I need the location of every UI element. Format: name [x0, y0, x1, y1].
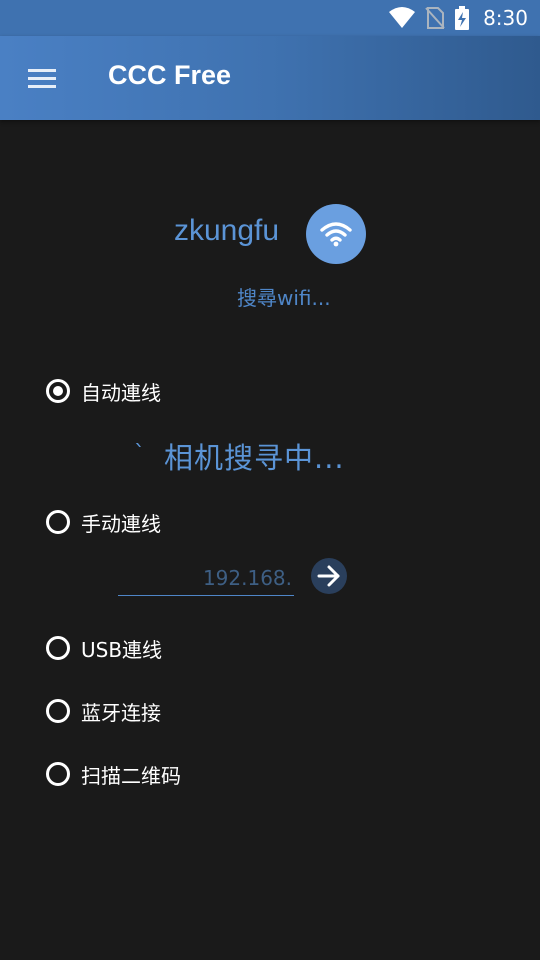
- camera-search-text: 相机搜寻中...: [164, 441, 345, 475]
- radio-manual-connect[interactable]: 手动連线: [46, 506, 161, 538]
- ip-address-input[interactable]: [118, 560, 294, 596]
- wifi-network-name: zkungfu: [174, 214, 280, 247]
- status-bar: 8:30: [0, 0, 540, 36]
- radio-label: 扫描二维码: [81, 763, 181, 788]
- radio-indicator[interactable]: [46, 762, 70, 786]
- wifi-button[interactable]: [306, 204, 366, 264]
- radio-label: USB連线: [81, 637, 163, 662]
- wifi-icon: [389, 7, 416, 28]
- loading-spinner-icon: `: [134, 442, 145, 467]
- radio-usb-connect[interactable]: USB連线: [46, 632, 162, 664]
- camera-search-status: ` 相机搜寻中...: [134, 436, 345, 476]
- wifi-status: 搜尋wifi...: [237, 286, 331, 310]
- hamburger-menu-icon[interactable]: [24, 64, 60, 92]
- radio-bluetooth-connect[interactable]: 蓝牙连接: [46, 695, 161, 727]
- radio-qrcode-scan[interactable]: 扫描二维码: [46, 758, 181, 790]
- radio-indicator[interactable]: [46, 636, 70, 660]
- status-icons: 8:30: [389, 0, 528, 36]
- radio-label: 自动連线: [81, 380, 161, 405]
- arrow-right-icon: [317, 565, 340, 587]
- radio-label: 蓝牙连接: [81, 700, 161, 725]
- no-sim-icon: [425, 7, 445, 29]
- radio-indicator[interactable]: [46, 699, 70, 723]
- radio-label: 手动連线: [81, 511, 161, 536]
- radio-indicator[interactable]: [46, 510, 70, 534]
- app-bar: CCC Free: [0, 36, 540, 120]
- radio-auto-connect[interactable]: 自动連线: [46, 375, 161, 407]
- app-title: CCC Free: [108, 60, 232, 90]
- status-time: 8:30: [483, 6, 528, 30]
- battery-charging-icon: [455, 6, 470, 30]
- connect-arrow-button[interactable]: [311, 558, 347, 594]
- radio-indicator-checked[interactable]: [46, 379, 70, 403]
- wifi-icon: [320, 222, 352, 247]
